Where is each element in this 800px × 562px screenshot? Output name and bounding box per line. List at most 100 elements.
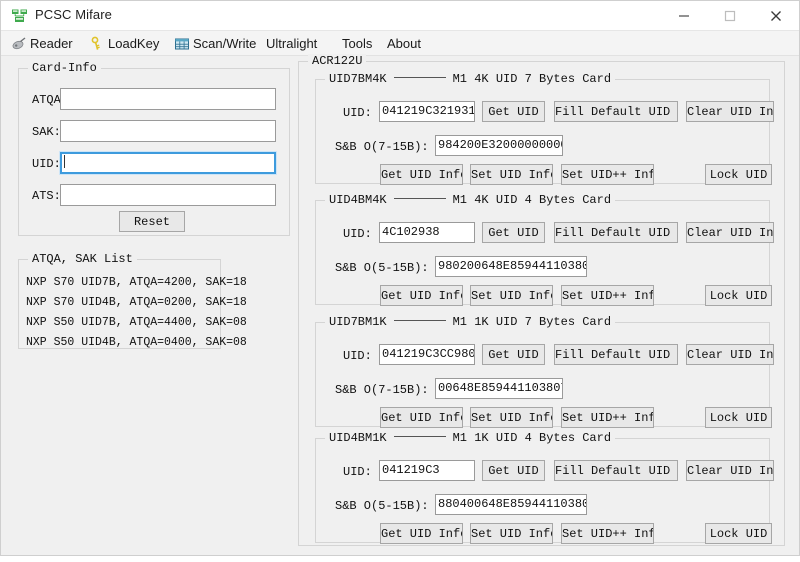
card-group-uid7bm4k: UID7BM4K M1 4K UID 7 Bytes Card UID: 0412… [315,72,774,185]
card-group-uid4bm4k: UID4BM4K M1 4K UID 4 Bytes Card UID: 4C10… [315,193,774,306]
uid-label: UID: [32,157,61,171]
set-uid-info-button[interactable]: Set UID Info [470,523,553,544]
title-rule [393,435,446,437]
clear-uid-info-button[interactable]: Clear UID Info [686,222,774,243]
title-rule [393,76,446,78]
get-uid-button[interactable]: Get UID [482,344,545,365]
get-uid-info-button[interactable]: Get UID Info [380,523,463,544]
card-tag: UID7BM1K [329,315,387,329]
grid-table-icon [174,36,190,52]
list-item: NXP S50 UID4B, ATQA=0400, SAK=08 [26,336,247,349]
set-uid-pp-info-button[interactable]: Set UID++ Info [561,285,654,306]
acr122u-group-title: ACR122U [308,54,367,68]
card-description: M1 4K UID 7 Bytes Card [452,72,612,86]
reset-button[interactable]: Reset [119,211,185,232]
lock-uid-button[interactable]: Lock UID [705,164,772,185]
menu-item-loadkey[interactable]: LoadKey [89,34,159,53]
clear-uid-info-button[interactable]: Clear UID Info [686,460,774,481]
uid-input[interactable] [60,152,276,174]
menu-item-ultralight[interactable]: Ultralight [266,34,317,53]
card-tag: UID4BM1K [329,431,387,445]
get-uid-button[interactable]: Get UID [482,101,545,122]
fill-default-uid-info-button[interactable]: Fill Default UID Info [554,344,678,365]
menu-item-reader[interactable]: Reader [11,34,73,53]
maximize-button[interactable] [707,1,753,30]
fill-default-uid-info-button[interactable]: Fill Default UID Info [554,460,678,481]
uid-label: UID: [343,227,372,241]
fill-default-uid-info-button[interactable]: Fill Default UID Info [554,101,678,122]
card-description: M1 1K UID 7 Bytes Card [452,315,612,329]
list-item: NXP S70 UID7B, ATQA=4200, SAK=18 [26,276,247,289]
atqa-input[interactable] [60,88,276,110]
list-item: NXP S50 UID7B, ATQA=4400, SAK=08 [26,316,247,329]
uid-input[interactable]: 4C102938 [379,222,475,243]
menu-item-tools[interactable]: Tools [342,34,372,53]
get-uid-info-button[interactable]: Get UID Info [380,407,463,428]
set-uid-info-button[interactable]: Set UID Info [470,164,553,185]
uid-label: UID: [343,106,372,120]
card-info-group: Card-Info ATQA: SAK: UID: ATS: Reset [18,61,290,236]
set-uid-info-button[interactable]: Set UID Info [470,407,553,428]
atqa-sak-list-group: ATQA, SAK List NXP S70 UID7B, ATQA=4200,… [18,252,247,349]
uid-input[interactable]: 041219C3CC9802 [379,344,475,365]
title-rule [393,197,446,199]
uid-input[interactable]: 041219C3 [379,460,475,481]
clear-uid-info-button[interactable]: Clear UID Info [686,101,774,122]
get-uid-button[interactable]: Get UID [482,222,545,243]
card-group-title: UID7BM4K M1 4K UID 7 Bytes Card [325,72,616,86]
menu-item-scan-write[interactable]: Scan/Write [174,34,256,53]
card-group-title: UID4BM1K M1 1K UID 4 Bytes Card [325,431,616,445]
key-icon [89,36,105,52]
ats-label: ATS: [32,189,61,203]
title-bar: PCSC Mifare [1,1,799,31]
card-group-uid7bm1k: UID7BM1K M1 1K UID 7 Bytes Card UID: 0412… [315,315,774,428]
fill-default-uid-info-button[interactable]: Fill Default UID Info [554,222,678,243]
reader-device-icon [11,36,27,52]
menu-item-label: Scan/Write [193,36,257,51]
menu-item-label: Reader [30,36,73,51]
text-caret [64,155,65,168]
sb-input[interactable]: 880400648E859441103807 [435,494,587,515]
set-uid-info-button[interactable]: Set UID Info [470,285,553,306]
set-uid-pp-info-button[interactable]: Set UID++ Info [561,523,654,544]
sb-input[interactable]: 00648E859441103807 [435,378,563,399]
card-info-group-title: Card-Info [28,61,101,75]
sb-label: S&B O(7-15B): [335,383,429,397]
card-description: M1 4K UID 4 Bytes Card [452,193,612,207]
uid-input[interactable]: 041219C3219316 [379,101,475,122]
lock-uid-button[interactable]: Lock UID [705,285,772,306]
sb-input[interactable]: 984200E32000000000 [435,135,563,156]
ats-input[interactable] [60,184,276,206]
app-window: PCSC Mifare Reader LoadKey Scan/Write Ul… [0,0,800,556]
sb-input[interactable]: 980200648E859441103807 [435,256,587,277]
menu-item-about[interactable]: About [387,34,421,53]
sb-label: S&B O(5-15B): [335,261,429,275]
set-uid-pp-info-button[interactable]: Set UID++ Info [561,407,654,428]
minimize-button[interactable] [661,1,707,30]
menu-item-label: Ultralight [266,36,318,51]
card-tag: UID4BM4K [329,193,387,207]
menu-item-label: About [387,36,421,51]
get-uid-info-button[interactable]: Get UID Info [380,164,463,185]
close-button[interactable] [753,1,799,30]
title-rule [393,319,446,321]
uid-label: UID: [343,349,372,363]
acr122u-group: ACR122U UID7BM4K M1 4K UID 7 Bytes Card U… [298,54,785,546]
get-uid-button[interactable]: Get UID [482,460,545,481]
sb-label: S&B O(7-15B): [335,140,429,154]
sak-input[interactable] [60,120,276,142]
menu-item-label: Tools [342,36,373,51]
network-card-icon [11,8,28,24]
get-uid-info-button[interactable]: Get UID Info [380,285,463,306]
menu-bar: Reader LoadKey Scan/Write Ultralight Too… [1,31,799,56]
sak-label: SAK: [32,125,61,139]
card-group-title: UID4BM4K M1 4K UID 4 Bytes Card [325,193,616,207]
atqa-sak-list-title: ATQA, SAK List [28,252,137,266]
card-tag: UID7BM4K [329,72,387,86]
sb-label: S&B O(5-15B): [335,499,429,513]
lock-uid-button[interactable]: Lock UID [705,407,772,428]
clear-uid-info-button[interactable]: Clear UID Info [686,344,774,365]
lock-uid-button[interactable]: Lock UID [705,523,772,544]
card-description: M1 1K UID 4 Bytes Card [452,431,612,445]
set-uid-pp-info-button[interactable]: Set UID++ Info [561,164,654,185]
